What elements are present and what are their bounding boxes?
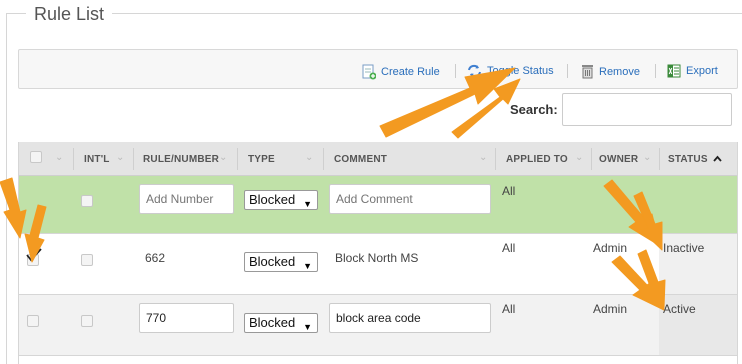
toggle-status-label: Toggle Status	[487, 65, 554, 77]
add-comment-input[interactable]	[329, 184, 491, 214]
toolbar-divider	[455, 64, 456, 78]
select-all-checkbox[interactable]	[30, 151, 42, 163]
type-select-value: Blocked	[249, 315, 296, 330]
column-divider	[133, 148, 134, 170]
type-select-value: Blocked	[249, 254, 296, 269]
export-label: Export	[686, 65, 718, 77]
row-checkbox[interactable]	[27, 315, 39, 327]
add-number-input[interactable]	[139, 184, 234, 214]
chevron-down-icon[interactable]: ⌄	[305, 152, 313, 163]
column-header-status[interactable]: STATUS	[668, 154, 708, 165]
chevron-down-icon[interactable]: ⌄	[116, 152, 124, 163]
chevron-down-icon[interactable]: ⌄	[643, 152, 651, 163]
chevron-down-icon[interactable]: ⌄	[219, 152, 227, 163]
column-divider	[659, 148, 660, 170]
applied-to-value: All	[502, 184, 516, 198]
dropdown-arrow-icon: ▼	[303, 199, 312, 209]
intl-checkbox[interactable]	[81, 315, 93, 327]
status-cell: Inactive	[659, 234, 737, 294]
remove-label: Remove	[599, 65, 640, 78]
column-header-applied-to[interactable]: APPLIED TO	[506, 154, 568, 165]
export-button[interactable]: Export	[667, 64, 718, 78]
rule-number-field[interactable]: 770	[139, 303, 234, 333]
column-divider	[495, 148, 496, 170]
status-value: Inactive	[663, 241, 705, 255]
panel-title: Rule List	[26, 4, 113, 25]
chevron-down-icon[interactable]: ⌄	[575, 152, 583, 163]
add-rule-row: Blocked ▼ All	[19, 176, 737, 234]
type-select-value: Blocked	[249, 192, 296, 207]
column-divider	[323, 148, 324, 170]
chevron-down-icon[interactable]: ⌄	[479, 152, 487, 163]
intl-checkbox[interactable]	[81, 195, 93, 207]
rule-number: 662	[145, 251, 166, 265]
remove-button[interactable]: Remove	[581, 64, 640, 79]
rules-table: ⌄ INT'L ⌄ RULE/NUMBER ⌄ TYPE ⌄ COMMENT ⌄…	[18, 142, 738, 364]
applied-to-value: All	[502, 302, 516, 316]
type-select[interactable]: Blocked ▼	[244, 252, 318, 272]
owner-value: Admin	[593, 241, 628, 255]
create-rule-label: Create Rule	[381, 66, 440, 78]
toolbar: Create Rule Toggle Status Remove Export	[18, 49, 738, 89]
owner-value: Admin	[593, 302, 628, 316]
toolbar-divider	[655, 64, 656, 78]
dropdown-arrow-icon: ▼	[303, 322, 312, 332]
type-select[interactable]: Blocked ▼	[244, 313, 318, 333]
rule-number: 770	[146, 311, 167, 325]
type-select[interactable]: Blocked ▼	[244, 190, 318, 210]
checkmark-icon	[26, 248, 42, 262]
column-divider	[591, 148, 592, 170]
search-input[interactable]	[562, 93, 732, 126]
document-add-icon	[362, 64, 376, 80]
column-divider	[237, 148, 238, 170]
status-cell: Active	[659, 295, 737, 355]
column-header-comment[interactable]: COMMENT	[334, 154, 387, 165]
applied-to-value: All	[502, 241, 516, 255]
rule-comment: Block North MS	[335, 251, 419, 265]
table-row[interactable]: 662 Blocked ▼ Block North MS All Admin In…	[19, 234, 737, 295]
toggle-status-button[interactable]: Toggle Status	[467, 64, 554, 78]
intl-checkbox[interactable]	[81, 254, 93, 266]
column-header-rule-number[interactable]: RULE/NUMBER	[143, 154, 219, 165]
column-divider	[73, 148, 74, 170]
table-row[interactable]: 770 Blocked ▼ block area code All Admin A…	[19, 295, 737, 356]
search-label: Search:	[510, 102, 558, 117]
rule-comment: block area code	[336, 311, 421, 325]
chevron-down-icon[interactable]: ⌄	[55, 152, 63, 163]
refresh-icon	[468, 64, 481, 78]
table-row[interactable]	[19, 356, 737, 364]
column-header-type[interactable]: TYPE	[248, 154, 275, 165]
comment-field[interactable]: block area code	[329, 303, 491, 333]
status-value: Active	[663, 302, 696, 316]
caret-up-icon[interactable]	[713, 155, 722, 162]
dropdown-arrow-icon: ▼	[303, 261, 312, 271]
table-header: ⌄ INT'L ⌄ RULE/NUMBER ⌄ TYPE ⌄ COMMENT ⌄…	[19, 142, 737, 176]
spreadsheet-icon	[667, 64, 681, 78]
column-header-owner[interactable]: OWNER	[599, 154, 638, 165]
trash-icon	[582, 65, 593, 79]
toolbar-divider	[567, 64, 568, 78]
create-rule-button[interactable]: Create Rule	[362, 64, 440, 80]
column-header-intl[interactable]: INT'L	[84, 154, 110, 165]
